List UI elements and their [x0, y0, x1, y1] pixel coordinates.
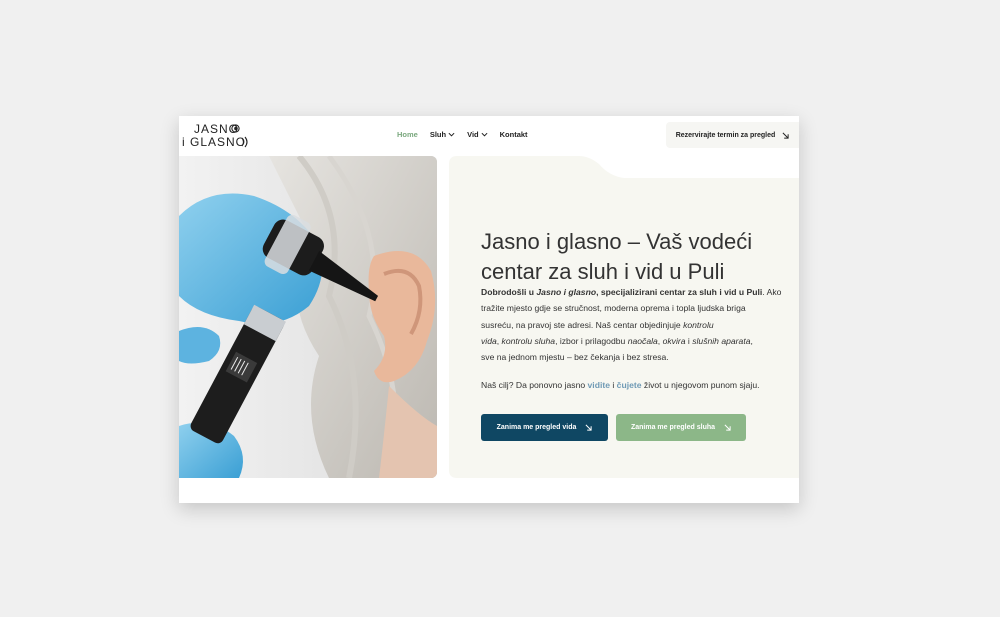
intro-text: . Ako [762, 287, 782, 297]
arrow-down-right-icon [782, 132, 789, 139]
eye-exam-button[interactable]: Zanima me pregled vida [481, 414, 608, 441]
intro-emphasis: slušnih aparata [692, 335, 751, 346]
intro-emphasis: kontrolu sluha [501, 335, 556, 346]
hero-title-line2: centar za sluh i vid u Puli [481, 258, 725, 284]
intro-emphasis: kontrolu [683, 319, 714, 330]
site-header: JASNO i GLASNO Home Sluh Vid Kontakt Rez… [179, 116, 799, 154]
hero-image-ear-exam [179, 156, 437, 478]
intro-text: susreću, na pravoj ste adresi. Naš centa… [481, 319, 684, 330]
otoscope-ear-exam-illustration [179, 156, 437, 478]
nav-item-label: Kontakt [499, 130, 528, 139]
nav-item-kontakt[interactable]: Kontakt [500, 130, 528, 139]
sound-waves-icon [241, 136, 248, 148]
goal-paragraph: Naš cilj? Da ponovno jasno vidite i čuje… [481, 377, 799, 393]
intro-text: , specijalizirani centar za sluh i vid u… [596, 287, 763, 297]
nav-item-vid[interactable]: Vid [467, 130, 488, 139]
intro-paragraph: Dobrodošli u Jasno i glasno, specijalizi… [481, 284, 799, 365]
intro-emphasis: naočala [627, 335, 658, 346]
intro-line5: sve na jednom mjestu – bez čekanja i bez… [481, 352, 669, 363]
nav-item-sluh[interactable]: Sluh [430, 130, 455, 139]
chevron-down-icon [481, 132, 488, 137]
eye-exam-button-label: Zanima me pregled vida [496, 424, 577, 431]
goal-link-vidite[interactable]: vidite [588, 380, 610, 390]
hero-title-line1: Jasno i glasno – Vaš vodeći [481, 228, 753, 254]
chevron-down-icon [448, 132, 455, 137]
book-appointment-button[interactable]: Rezervirajte termin za pregled [666, 122, 799, 148]
intro-text: , [750, 335, 753, 346]
nav-item-home[interactable]: Home [397, 130, 418, 139]
hearing-exam-button-label: Zanima me pregled sluha [630, 424, 716, 431]
nav-item-label: Home [397, 130, 418, 139]
goal-text: život u njegovom punom sjaju. [641, 380, 760, 390]
book-appointment-label: Rezervirajte termin za pregled [675, 131, 776, 139]
intro-text: Dobrodošli u [481, 287, 537, 297]
intro-line2: tražite mjesto gdje se stručnost, modern… [481, 303, 746, 314]
brand-name: Jasno i glasno [536, 287, 597, 297]
goal-text: i [609, 380, 617, 390]
logo-line2: i GLASNO [182, 135, 247, 149]
main-nav: Home Sluh Vid Kontakt [397, 130, 528, 139]
intro-text: , izbor i prilagodbu [555, 335, 628, 346]
hero-title: Jasno i glasno – Vaš vodeći centar za sl… [481, 227, 781, 287]
arrow-down-right-icon [724, 424, 731, 431]
website-page: JASNO i GLASNO Home Sluh Vid Kontakt Rez… [179, 116, 799, 503]
arrow-down-right-icon [585, 424, 592, 431]
goal-text: Naš cilj? Da ponovno jasno [481, 380, 588, 390]
nav-item-label: Vid [467, 130, 479, 139]
hearing-exam-button[interactable]: Zanima me pregled sluha [616, 414, 746, 441]
intro-emphasis: vida [481, 335, 497, 346]
intro-emphasis: okvira [662, 335, 686, 346]
eye-icon [231, 124, 240, 133]
intro-line3: susreću, na pravoj ste adresi. Naš centa… [481, 317, 799, 333]
goal-link-cujete[interactable]: čujete [617, 380, 642, 390]
nav-item-label: Sluh [429, 130, 447, 139]
intro-line1: Dobrodošli u Jasno i glasno, specijalizi… [481, 284, 799, 300]
intro-line4: vida, kontrolu sluha, izbor i prilagodbu… [481, 333, 799, 349]
